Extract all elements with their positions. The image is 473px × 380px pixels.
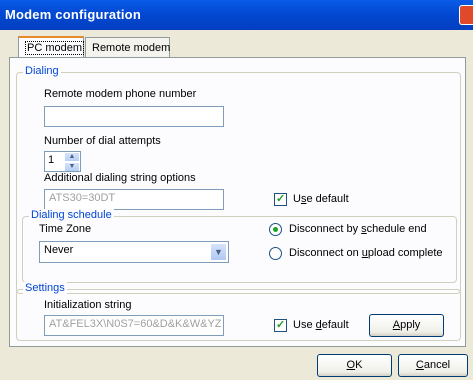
init-string-label: Initialization string (44, 299, 132, 311)
tab-remote-modem[interactable]: Remote modem (85, 37, 170, 58)
dialing-options-label: Additional dialing string options (44, 172, 196, 184)
label-part: Use (293, 319, 316, 331)
chevron-down-icon[interactable]: ▼ (210, 243, 227, 261)
disconnect-schedule-label[interactable]: Disconnect by schedule end (289, 223, 427, 235)
tab-pc-modem[interactable]: PC modem (18, 36, 85, 59)
label-mnemonic: O (346, 359, 356, 371)
tab-pc-modem-label: PC modem (25, 41, 85, 55)
spinner-arrows-icon[interactable]: ▲ ▼ (64, 152, 80, 171)
settings-group: Settings Initialization string AT&FEL3X\… (16, 282, 461, 341)
phone-number-label: Remote modem phone number (44, 88, 197, 100)
settings-use-default-label[interactable]: Use default (293, 319, 349, 331)
disconnect-schedule-radio[interactable] (269, 223, 282, 236)
label-part: chedule end (366, 223, 427, 235)
label-part: ancel (423, 359, 451, 371)
ok-button[interactable]: OK (317, 354, 392, 377)
label-mnemonic: A (392, 319, 401, 331)
label-part: Disconnect on (289, 247, 362, 259)
dialing-group: Dialing Remote modem phone number Number… (16, 65, 461, 294)
apply-button[interactable]: Apply (369, 314, 444, 337)
label-mnemonic: C (415, 359, 424, 371)
label-part: pply (400, 319, 421, 331)
disconnect-upload-label[interactable]: Disconnect on upload complete (289, 247, 443, 259)
label-part: e default (306, 193, 349, 205)
dialing-use-default-checkbox[interactable]: ✓ (274, 193, 287, 206)
time-zone-value: Never (44, 244, 74, 256)
dial-attempts-label: Number of dial attempts (44, 135, 161, 147)
title-bar: Modem configuration (0, 0, 473, 30)
radio-selected-dot (273, 227, 278, 232)
label-part: K (355, 359, 363, 371)
dial-attempts-input[interactable]: 1 ▲ ▼ (44, 151, 81, 172)
dialing-schedule-legend: Dialing schedule (29, 209, 114, 221)
check-mark-icon: ✓ (276, 319, 286, 331)
cancel-button[interactable]: Cancel (398, 354, 468, 377)
dial-attempts-value: 1 (48, 154, 55, 166)
window-title: Modem configuration (5, 7, 141, 22)
close-icon[interactable] (459, 5, 473, 25)
check-mark-icon: ✓ (276, 193, 286, 205)
init-string-input[interactable]: AT&FEL3X\N0S7=60&D&K&W&YZ (44, 315, 224, 336)
dialing-options-input[interactable]: ATS30=30DT (44, 189, 224, 210)
disconnect-upload-radio[interactable] (269, 247, 282, 260)
spin-up-icon[interactable]: ▲ (64, 152, 80, 162)
dialing-use-default-label[interactable]: Use default (293, 193, 349, 205)
label-part: Disconnect by (289, 223, 362, 235)
label-part: pload complete (367, 247, 443, 259)
dialing-schedule-group: Dialing schedule Time Zone Never ▼ Disco… (22, 209, 457, 283)
label-part: efault (321, 319, 349, 331)
tab-remote-modem-label: Remote modem (92, 42, 171, 54)
label-part: U (293, 193, 301, 205)
time-zone-dropdown[interactable]: Never ▼ (39, 241, 229, 263)
spin-down-icon[interactable]: ▼ (64, 162, 80, 171)
settings-use-default-checkbox[interactable]: ✓ (274, 319, 287, 332)
dialing-legend: Dialing (23, 65, 61, 77)
time-zone-label: Time Zone (39, 223, 92, 235)
settings-legend: Settings (23, 282, 67, 294)
phone-number-input[interactable] (44, 106, 224, 127)
tab-panel: Dialing Remote modem phone number Number… (9, 57, 466, 347)
